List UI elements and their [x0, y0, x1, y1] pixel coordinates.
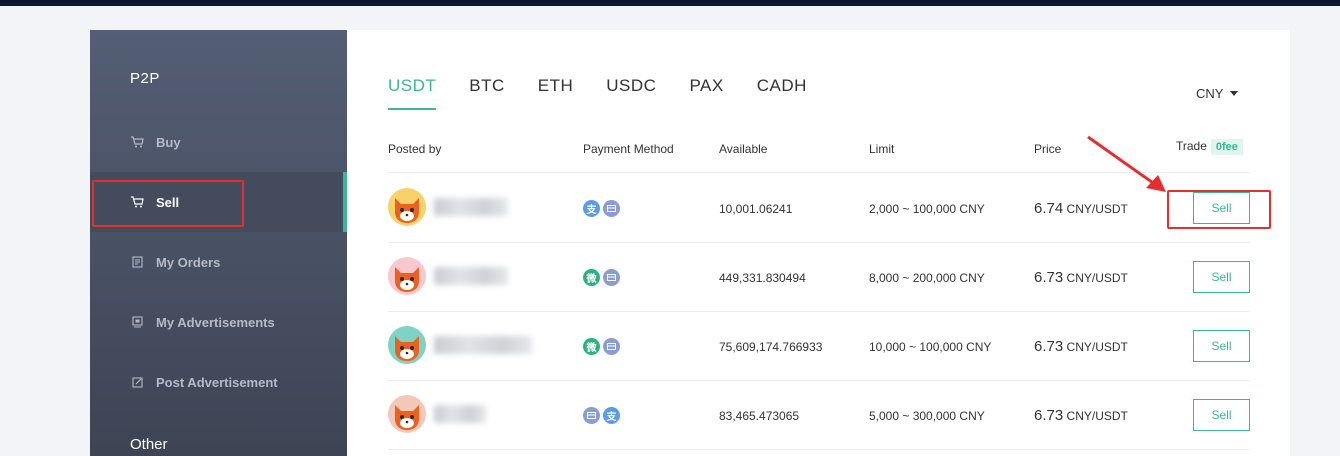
tab-usdt[interactable]: USDT	[388, 76, 437, 110]
edit-icon	[130, 375, 144, 389]
payment-methods: 支	[583, 407, 623, 424]
tab-pax[interactable]: PAX	[689, 76, 723, 110]
available-amount: 449,331.830494	[719, 271, 806, 285]
tab-btc[interactable]: BTC	[469, 76, 505, 110]
price-value: 6.74	[1034, 200, 1064, 217]
sidebar: P2P Buy Sell My Orders My Advertisements…	[90, 30, 347, 456]
highlight-box-sell-button	[1167, 190, 1271, 229]
currency-select[interactable]: CNY	[1196, 86, 1239, 101]
monitor-icon	[130, 315, 144, 329]
alipay-icon: 支	[603, 407, 620, 424]
limit-range: 2,000 ~ 100,000 CNY	[869, 202, 985, 216]
price-value: 6.73	[1034, 338, 1064, 355]
username-redacted	[434, 405, 486, 423]
price-unit: CNY/USDT	[1066, 271, 1128, 285]
bank-card-icon	[603, 269, 620, 286]
chevron-down-icon	[1230, 91, 1239, 96]
avatar[interactable]	[388, 395, 426, 433]
limit-range: 5,000 ~ 300,000 CNY	[869, 409, 985, 423]
header-trade: Trade 0fee	[1176, 139, 1243, 155]
username-redacted	[434, 336, 532, 354]
annotation-arrow-icon	[1087, 135, 1166, 192]
sell-button[interactable]: Sell	[1193, 261, 1250, 293]
price-value: 6.73	[1034, 407, 1064, 424]
divider	[388, 449, 1250, 450]
header-price: Price	[1034, 142, 1062, 156]
price-value: 6.73	[1034, 269, 1064, 286]
header-payment-method: Payment Method	[583, 142, 674, 156]
table-row: 微 449,331.830494 8,000 ~ 200,000 CNY 6.7…	[388, 242, 1250, 311]
tab-usdc[interactable]: USDC	[606, 76, 656, 110]
table-row: 微 75,609,174.766933 10,000 ~ 100,000 CNY…	[388, 311, 1250, 380]
header-available: Available	[719, 142, 768, 156]
sidebar-item-my-advertisements[interactable]: My Advertisements	[90, 292, 347, 352]
price-unit: CNY/USDT	[1066, 202, 1128, 216]
highlight-box-sell-menu	[92, 180, 244, 227]
sidebar-section-other: Other	[130, 436, 168, 453]
available-amount: 10,001.06241	[719, 202, 793, 216]
cart-icon	[130, 135, 144, 149]
wechat-pay-icon: 微	[583, 269, 600, 286]
sell-button[interactable]: Sell	[1193, 330, 1250, 362]
zero-fee-badge: 0fee	[1210, 139, 1243, 155]
payment-methods: 微	[583, 338, 623, 355]
currency-value: CNY	[1196, 86, 1224, 101]
sidebar-item-label: My Advertisements	[156, 314, 275, 330]
available-amount: 83,465.473065	[719, 409, 800, 423]
avatar[interactable]	[388, 326, 426, 364]
bank-card-icon	[603, 338, 620, 355]
bank-card-icon	[603, 200, 620, 217]
price-unit: CNY/USDT	[1066, 340, 1128, 354]
available-amount: 75,609,174.766933	[719, 340, 823, 354]
header-posted-by: Posted by	[388, 142, 442, 156]
payment-methods: 微	[583, 269, 623, 286]
price: 6.73 CNY/USDT	[1034, 407, 1128, 424]
sidebar-item-my-orders[interactable]: My Orders	[90, 232, 347, 292]
limit-range: 10,000 ~ 100,000 CNY	[869, 340, 992, 354]
sidebar-item-label: My Orders	[156, 254, 221, 270]
username-redacted	[434, 198, 508, 216]
payment-methods: 支	[583, 200, 623, 217]
header-limit: Limit	[869, 142, 895, 156]
document-icon	[130, 255, 144, 269]
price-unit: CNY/USDT	[1066, 409, 1128, 423]
avatar[interactable]	[388, 257, 426, 295]
price: 6.73 CNY/USDT	[1034, 269, 1128, 286]
avatar[interactable]	[388, 188, 426, 226]
main-panel: USDT BTC ETH USDC PAX CADH CNY Posted by…	[347, 30, 1290, 456]
coin-tabs: USDT BTC ETH USDC PAX CADH	[388, 76, 840, 110]
sidebar-item-label: Post Advertisement	[156, 374, 278, 390]
tab-eth[interactable]: ETH	[538, 76, 574, 110]
sidebar-title: P2P	[130, 70, 160, 87]
alipay-icon: 支	[583, 200, 600, 217]
price: 6.74 CNY/USDT	[1034, 200, 1128, 217]
sidebar-item-buy[interactable]: Buy	[90, 112, 347, 172]
sidebar-item-post-advertisement[interactable]: Post Advertisement	[90, 352, 347, 412]
table-row: 支 83,465.473065 5,000 ~ 300,000 CNY 6.73…	[388, 380, 1250, 449]
price: 6.73 CNY/USDT	[1034, 338, 1128, 355]
limit-range: 8,000 ~ 200,000 CNY	[869, 271, 985, 285]
bank-card-icon	[583, 407, 600, 424]
tab-cadh[interactable]: CADH	[757, 76, 807, 110]
wechat-pay-icon: 微	[583, 338, 600, 355]
sell-button[interactable]: Sell	[1193, 399, 1250, 431]
top-bar	[0, 0, 1340, 6]
username-redacted	[434, 267, 508, 285]
sidebar-item-label: Buy	[156, 134, 181, 150]
header-trade-label: Trade	[1176, 139, 1207, 153]
